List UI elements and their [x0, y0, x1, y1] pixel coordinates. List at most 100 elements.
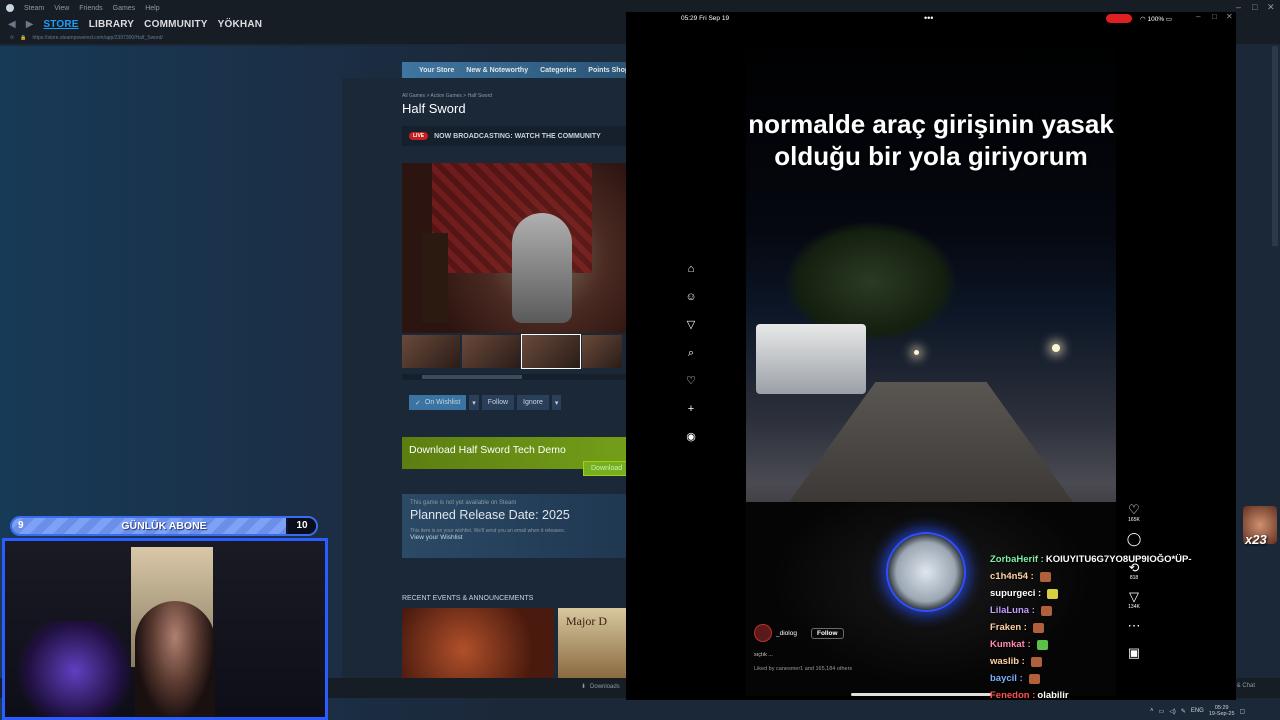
home-indicator[interactable]	[851, 693, 991, 696]
like-icon[interactable]: ♡	[1122, 502, 1146, 517]
game-actions: ✓ On Wishlist ▾ Follow Ignore ▾	[409, 395, 562, 410]
chat-text: olabilir	[1037, 690, 1069, 701]
page-scrollbar[interactable]	[1272, 46, 1278, 246]
chat-emote-icon	[1040, 605, 1052, 616]
recording-indicator	[1106, 14, 1132, 23]
chat-emote-icon	[1039, 571, 1051, 582]
profile-icon[interactable]: ◉	[684, 430, 698, 444]
chat-emote-icon	[1036, 639, 1048, 650]
game-screenshot[interactable]	[402, 163, 642, 333]
chat-message: waslib :	[990, 653, 1230, 670]
download-icon: ⬇	[581, 684, 587, 690]
purple-light	[15, 621, 135, 717]
street-light	[1052, 344, 1060, 352]
candelabra-image	[422, 233, 448, 323]
thumbnail-selected[interactable]	[521, 334, 581, 369]
explore-icon[interactable]: ▽	[684, 318, 698, 332]
search-icon[interactable]: ⌕	[684, 346, 698, 360]
clock-date: 19-Sep-25	[1208, 711, 1235, 717]
url-text[interactable]: https://store.steampowered.com/app/23973…	[32, 35, 162, 41]
phone-time: 05:29 Fri Sep 19	[681, 15, 730, 22]
author-avatar[interactable]	[754, 624, 772, 642]
taskbar-clock[interactable]: 05:29 19-Sep-25	[1209, 705, 1235, 717]
release-info-box: This game is not yet available on Steam …	[402, 494, 642, 558]
chat-username: supurgeci :	[990, 588, 1042, 599]
author-name[interactable]: _diolog	[776, 630, 797, 637]
store-menu-points-shop[interactable]: Points Shop	[588, 67, 629, 74]
more-dots-icon[interactable]: •••	[924, 13, 933, 23]
tab-store[interactable]: STORE	[43, 19, 78, 30]
tab-community[interactable]: COMMUNITY	[144, 19, 207, 30]
video-caption: normalde araç girişinin yasak olduğu bir…	[748, 109, 1114, 171]
steam-maximize-icon[interactable]: □	[1252, 2, 1257, 12]
store-menu-categories[interactable]: Categories	[540, 67, 576, 74]
event-card[interactable]	[402, 608, 554, 678]
app-side-nav: ⌂ ☺ ▽ ⌕ ♡ + ◉	[684, 262, 698, 458]
chat-message: baycil :	[990, 670, 1230, 687]
check-icon: ✓	[415, 399, 421, 407]
tab-library[interactable]: LIBRARY	[89, 19, 134, 30]
chat-emote-icon	[1032, 622, 1044, 633]
view-wishlist-link[interactable]: View your Wishlist	[410, 534, 634, 541]
breadcrumb[interactable]: All Games > Action Games > Half Sword	[402, 93, 492, 99]
chat-message: Fraken :	[990, 619, 1230, 636]
store-menu-new-noteworthy[interactable]: New & Noteworthy	[466, 67, 528, 74]
language-indicator[interactable]: ENG	[1191, 708, 1204, 714]
steam-minimize-icon[interactable]: –	[1236, 2, 1241, 12]
chevron-up-icon[interactable]: ˄	[1150, 708, 1154, 714]
store-menu: Your Store New & Noteworthy Categories P…	[402, 62, 642, 78]
menu-view[interactable]: View	[54, 5, 69, 12]
download-demo-title: Download Half Sword Tech Demo	[409, 444, 566, 456]
thumbnail-scroll-handle[interactable]	[422, 375, 522, 379]
chat-message: ZorbaHerif : KOIUYITU6G7YO8UP9IOĞO*ÜP-	[990, 551, 1230, 568]
webcam-overlay	[2, 538, 328, 720]
liked-by-text[interactable]: Liked by canesmer1 and 165,184 others	[754, 666, 852, 672]
truck-image	[756, 324, 866, 394]
thumbnail[interactable]	[582, 335, 622, 368]
streamer-image	[135, 601, 215, 717]
comment-icon[interactable]: ◯	[1122, 531, 1146, 546]
chat-username: baycil :	[990, 673, 1023, 684]
plus-icon[interactable]: +	[684, 402, 698, 416]
battery-level: ◠ 100% ▭	[1140, 16, 1173, 23]
ignore-dropdown-button[interactable]: ▾	[551, 395, 562, 410]
refresh-icon[interactable]: ⟳	[10, 35, 14, 41]
video-description[interactable]: sıçtık ...	[754, 652, 773, 658]
downloads-button[interactable]: ⬇ Downloads	[581, 683, 620, 691]
pen-icon[interactable]: ✎	[1181, 708, 1186, 715]
wishlist-dropdown-button[interactable]: ▾	[469, 395, 479, 410]
chat-emote-icon	[1028, 673, 1040, 684]
chat-username: Fenedon :	[990, 690, 1036, 701]
forward-arrow-icon[interactable]: ▶	[26, 19, 34, 30]
screenshot-thumbnails	[402, 334, 622, 369]
follow-button[interactable]: Follow	[481, 395, 515, 410]
friends-icon[interactable]: ☺	[684, 290, 698, 304]
thumbnail[interactable]	[402, 335, 460, 368]
home-icon[interactable]: ⌂	[684, 262, 698, 276]
menu-games[interactable]: Games	[113, 5, 136, 12]
broadcast-text[interactable]: NOW BROADCASTING: WATCH THE COMMUNITY	[434, 133, 601, 140]
tab-profile[interactable]: YÖKHAN	[218, 19, 263, 30]
store-menu-your-store[interactable]: Your Store	[419, 67, 454, 74]
thumbnail[interactable]	[462, 335, 520, 368]
menu-help[interactable]: Help	[145, 5, 159, 12]
battery-percent: 100%	[1147, 16, 1165, 23]
notification-icon[interactable]: ▢	[1240, 708, 1246, 715]
heart-icon[interactable]: ♡	[684, 374, 698, 388]
screen: Steam View Friends Games Help – □ ✕ ◀ ▶ …	[0, 0, 1280, 720]
wishlist-button[interactable]: ✓ On Wishlist	[409, 395, 467, 410]
back-arrow-icon[interactable]: ◀	[8, 19, 16, 30]
chat-username: Fraken :	[990, 622, 1027, 633]
release-date: Planned Release Date: 2025	[410, 508, 570, 522]
volume-icon[interactable]: ◁)	[1169, 708, 1176, 715]
follow-author-button[interactable]: Follow	[810, 627, 844, 639]
thumbnail-scrollbar[interactable]	[402, 374, 642, 380]
menu-friends[interactable]: Friends	[79, 5, 102, 12]
live-badge: LIVE	[409, 132, 429, 140]
steam-logo-icon	[6, 4, 14, 12]
broadcast-bar[interactable]: LIVE NOW BROADCASTING: WATCH THE COMMUNI…	[402, 126, 642, 146]
steam-close-icon[interactable]: ✕	[1267, 2, 1275, 13]
network-icon[interactable]: ▭	[1159, 708, 1165, 715]
menu-steam[interactable]: Steam	[24, 5, 44, 12]
ignore-button[interactable]: Ignore	[517, 395, 549, 410]
